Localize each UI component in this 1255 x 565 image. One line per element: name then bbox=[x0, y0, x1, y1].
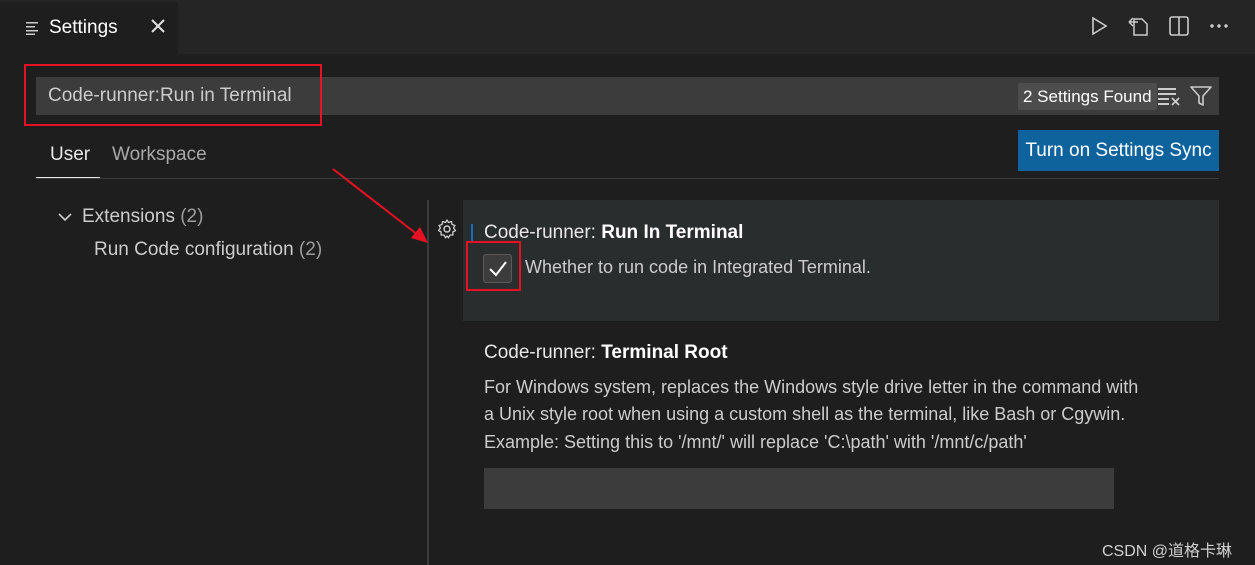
toc-item-count: (2) bbox=[180, 206, 204, 227]
modified-indicator bbox=[471, 224, 473, 242]
tab-workspace[interactable]: Workspace bbox=[112, 144, 207, 166]
toc-item-label: Extensions bbox=[82, 206, 175, 227]
open-settings-json-icon[interactable] bbox=[1127, 14, 1151, 38]
split-editor-icon[interactable] bbox=[1167, 14, 1191, 38]
setting-category: Code-runner: bbox=[484, 342, 602, 363]
toc-item-count: (2) bbox=[298, 239, 323, 260]
tab-title: Settings bbox=[49, 17, 118, 38]
setting-description-line: a Unix style root when using a custom sh… bbox=[484, 404, 1126, 424]
watermark: CSDN @道格卡琳 bbox=[1102, 543, 1233, 560]
setting-key: Terminal Root bbox=[601, 342, 728, 363]
setting-title: Code-runner: Terminal Root bbox=[484, 342, 728, 364]
settings-found-badge: 2 Settings Found bbox=[1018, 83, 1157, 110]
clear-search-icon[interactable] bbox=[1157, 85, 1181, 107]
run-in-terminal-checkbox[interactable] bbox=[483, 254, 512, 283]
toc-item-label: Run Code configuration bbox=[94, 239, 294, 260]
editor-actions bbox=[1087, 14, 1231, 38]
scope-divider bbox=[36, 178, 1219, 179]
terminal-root-input[interactable] bbox=[484, 468, 1114, 509]
settings-tab[interactable]: Settings bbox=[0, 2, 178, 54]
setting-key: Run In Terminal bbox=[601, 222, 744, 243]
filter-icon[interactable] bbox=[1189, 84, 1213, 108]
toc-item-run-code-configuration[interactable]: Run Code configuration (2) bbox=[94, 239, 322, 261]
gear-icon[interactable] bbox=[436, 218, 458, 240]
setting-description-line: Example: Setting this to '/mnt/' will re… bbox=[484, 432, 1027, 452]
turn-on-settings-sync-button[interactable]: Turn on Settings Sync bbox=[1018, 130, 1219, 171]
settings-search-box: 2 Settings Found bbox=[36, 77, 1219, 115]
chevron-down-icon[interactable] bbox=[57, 209, 73, 225]
settings-editor-icon bbox=[26, 22, 38, 35]
run-icon[interactable] bbox=[1087, 14, 1111, 38]
toc-sash[interactable] bbox=[427, 200, 429, 565]
setting-description: Whether to run code in Integrated Termin… bbox=[525, 257, 871, 277]
tab-user[interactable]: User bbox=[50, 144, 90, 166]
more-actions-icon[interactable] bbox=[1207, 14, 1231, 38]
toc-item-extensions[interactable]: Extensions (2) bbox=[82, 206, 203, 228]
setting-description-line: For Windows system, replaces the Windows… bbox=[484, 377, 1139, 397]
setting-category: Code-runner: bbox=[484, 222, 602, 243]
check-icon bbox=[488, 260, 507, 277]
close-icon[interactable] bbox=[148, 16, 168, 36]
setting-title: Code-runner: Run In Terminal bbox=[484, 222, 743, 244]
search-input[interactable] bbox=[36, 77, 996, 115]
editor-tab-bar: Settings bbox=[0, 0, 1255, 54]
